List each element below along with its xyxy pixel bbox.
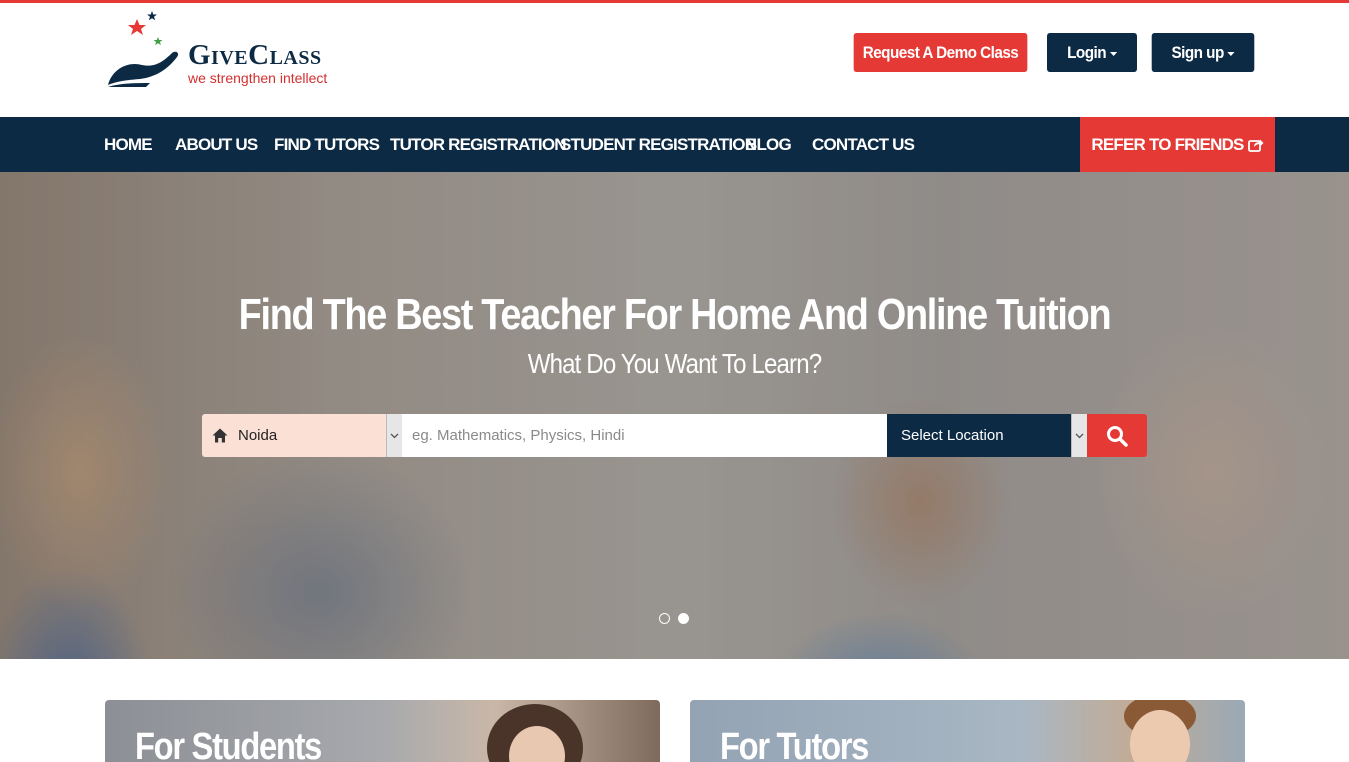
login-label: Login	[1067, 42, 1107, 62]
search-bar: Noida Select Location	[202, 414, 1147, 457]
refer-label: REFER TO FRIENDS	[1091, 134, 1244, 154]
nav-item-blog[interactable]: BLOG	[745, 117, 792, 172]
signup-button[interactable]: Sign up	[1151, 33, 1255, 72]
hero-banner: Find The Best Teacher For Home And Onlin…	[0, 172, 1349, 659]
chevron-down-icon	[1071, 414, 1087, 457]
giveclass-logo[interactable]: GiveClass we strengthen intellect	[106, 9, 366, 93]
for-students-card[interactable]: For Students	[105, 700, 660, 762]
main-nav: HOME ABOUT US FIND TUTORS TUTOR REGISTRA…	[0, 117, 1349, 172]
nav-item-find-tutors[interactable]: FIND TUTORS	[274, 117, 380, 172]
request-demo-button[interactable]: Request A Demo Class	[853, 33, 1028, 72]
city-select[interactable]: Noida	[202, 414, 402, 457]
location-select-value: Select Location	[901, 427, 1004, 444]
hero-subtitle: What Do You Want To Learn?	[527, 348, 822, 379]
for-tutors-card[interactable]: For Tutors	[690, 700, 1245, 762]
carousel-indicators	[659, 613, 689, 625]
site-header: GiveClass we strengthen intellect Reques…	[0, 3, 1349, 117]
location-select[interactable]: Select Location	[887, 414, 1087, 457]
for-tutors-title: For Tutors	[720, 726, 869, 762]
share-icon	[1247, 139, 1264, 152]
student-photo	[487, 704, 583, 762]
logo-name: GiveClass	[188, 39, 322, 71]
hero-title: Find The Best Teacher For Home And Onlin…	[238, 290, 1112, 339]
nav-item-about-us[interactable]: ABOUT US	[175, 117, 258, 172]
subject-search-input[interactable]	[402, 414, 887, 457]
logo-tagline: we strengthen intellect	[188, 70, 328, 86]
search-button[interactable]	[1087, 414, 1147, 457]
signup-label: Sign up	[1171, 42, 1224, 62]
tutor-photo	[1124, 700, 1196, 762]
nav-item-home[interactable]: HOME	[104, 117, 153, 172]
logo-mark-icon	[108, 11, 179, 87]
login-button[interactable]: Login	[1047, 33, 1137, 72]
home-icon	[212, 428, 228, 443]
caret-down-icon	[1109, 51, 1117, 56]
nav-item-student-registration[interactable]: STUDENT REGISTRATION	[560, 117, 757, 172]
refer-to-friends-button[interactable]: REFER TO FRIENDS	[1080, 117, 1275, 172]
nav-item-tutor-registration[interactable]: TUTOR REGISTRATION	[390, 117, 567, 172]
for-students-title: For Students	[135, 726, 322, 762]
carousel-dot-2[interactable]	[678, 613, 689, 624]
caret-down-icon	[1227, 51, 1235, 56]
city-select-value: Noida	[238, 427, 278, 444]
carousel-dot-1[interactable]	[659, 613, 670, 624]
nav-item-contact-us[interactable]: CONTACT US	[812, 117, 915, 172]
chevron-down-icon	[386, 414, 402, 457]
request-demo-label: Request A Demo Class	[862, 42, 1019, 62]
search-icon	[1107, 425, 1128, 447]
